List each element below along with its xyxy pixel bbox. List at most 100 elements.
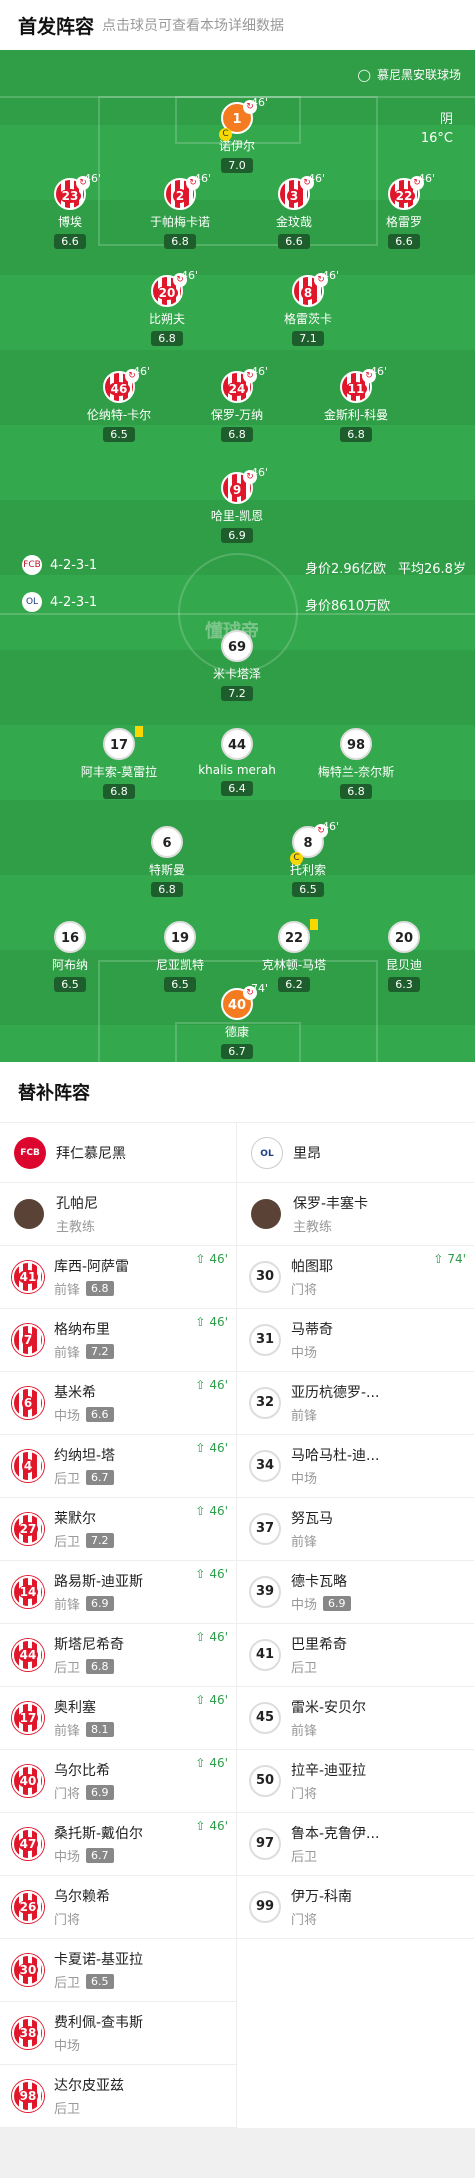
sub-minute: 46' — [308, 172, 326, 185]
sub-player-row[interactable]: 41 库西-阿萨雷 前锋 6.8 ⇧ 46' — [0, 1246, 236, 1309]
player-name: 格雷茨卡 — [283, 312, 332, 326]
sub-player-row[interactable]: 17 奥利塞 前锋 8.1 ⇧ 46' — [0, 1687, 236, 1750]
sub-player-row[interactable]: 39 德卡瓦略 中场 6.9 — [237, 1561, 474, 1624]
sub-in-indicator: ⇧ 46' — [195, 1693, 228, 1707]
yellow-card-icon — [135, 726, 143, 737]
sub-player-row[interactable]: 4 约纳坦-塔 后卫 6.7 ⇧ 46' — [0, 1435, 236, 1498]
sub-player-row[interactable]: 7 格纳布里 前锋 7.2 ⇧ 46' — [0, 1309, 236, 1372]
player-card[interactable]: 98 梅特兰-奈尔斯 6.8 — [296, 728, 416, 799]
bayern-logo-icon: FCB — [22, 555, 42, 575]
player-name: 金玟哉 — [275, 215, 312, 229]
sub-minute: 46' — [370, 365, 388, 378]
player-card[interactable]: 1 C ↻ 46' 诺伊尔 7.0 — [177, 96, 297, 173]
sub-position: 前锋 — [291, 1724, 318, 1739]
away-formation-row: OL 4-2-3-1 — [22, 592, 97, 612]
player-card[interactable]: 20 昆贝迪 6.3 — [344, 921, 464, 992]
player-card[interactable]: 23 ↻ 46' 博埃 6.6 — [10, 172, 130, 249]
player-card[interactable]: 69 米卡塔泽 7.2 — [177, 630, 297, 701]
player-rating: 6.8 — [151, 331, 183, 346]
player-card[interactable]: 24 ↻ 46' 保罗-万纳 6.8 — [177, 365, 297, 442]
sub-minute: 74' — [251, 982, 269, 995]
page-title: 首发阵容 — [18, 15, 95, 38]
player-card[interactable]: 2 ↻ 46' 于帕梅卡诺 6.8 — [120, 172, 240, 249]
sub-player-row[interactable]: 37 努瓦马 前锋 — [237, 1498, 474, 1561]
sub-player-row[interactable]: 14 路易斯-迪亚斯 前锋 6.9 ⇧ 46' — [0, 1561, 236, 1624]
player-name: 昆贝迪 — [385, 958, 422, 972]
sub-name: 费利佩-查韦斯 — [54, 2015, 144, 2031]
sub-player-row[interactable]: 41 巴里希奇 后卫 — [237, 1624, 474, 1687]
player-card[interactable]: 44 khalis merah 6.4 — [177, 728, 297, 796]
subs-title: 替补阵容 — [18, 1083, 90, 1104]
sub-player-row[interactable]: 47 桑托斯-戴伯尔 中场 6.7 ⇧ 46' — [0, 1813, 236, 1876]
sub-player-row[interactable]: 40 乌尔比希 门将 6.9 ⇧ 46' — [0, 1750, 236, 1813]
player-name: 特斯曼 — [148, 863, 185, 877]
player-card[interactable]: 20 ↻ 46' 比朔夫 6.8 — [107, 269, 227, 346]
sub-name: 马蒂奇 — [291, 1322, 333, 1338]
sub-player-row[interactable]: 27 莱默尔 后卫 7.2 ⇧ 46' — [0, 1498, 236, 1561]
sub-player-row[interactable]: 32 亚历杭德罗-... 前锋 — [237, 1372, 474, 1435]
player-rating: 6.9 — [221, 528, 253, 543]
player-number: 16 — [54, 921, 86, 953]
player-card[interactable]: 46 ↻ 46' 伦纳特-卡尔 6.5 — [59, 365, 179, 442]
weather-info: 阴 16°C — [421, 110, 453, 148]
player-card[interactable]: 17 阿丰索-莫雷拉 6.8 — [59, 726, 179, 799]
player-card[interactable]: 9 ↻ 46' 哈里-凯恩 6.9 — [177, 466, 297, 543]
away-team-header[interactable]: OL 里昂 — [237, 1123, 474, 1183]
home-coach[interactable]: 孔帕尼 主教练 — [0, 1183, 236, 1246]
player-number: 20 — [388, 921, 420, 953]
sub-in-icon: ⇧ — [195, 1630, 206, 1644]
sub-player-row[interactable]: 44 斯塔尼希奇 后卫 6.8 ⇧ 46' — [0, 1624, 236, 1687]
player-card[interactable]: 3 ↻ 46' 金玟哉 6.6 — [234, 172, 354, 249]
player-card[interactable]: 40 ↻ 74' 德康 6.7 — [177, 982, 297, 1059]
player-name: 于帕梅卡诺 — [149, 215, 210, 229]
home-value: 身价2.96亿欧 — [305, 562, 386, 577]
sub-number: 34 — [249, 1450, 281, 1482]
sub-minute: 46' — [251, 466, 269, 479]
sub-position: 中场 — [54, 2039, 81, 2054]
player-card[interactable]: 6 特斯曼 6.8 — [107, 826, 227, 897]
sub-position: 门将 — [54, 1787, 81, 1802]
sub-player-row[interactable]: 99 伊万-科南 门将 — [237, 1876, 474, 1939]
player-number: 22 — [278, 921, 310, 953]
sub-player-row[interactable]: 98 达尔皮亚兹 后卫 — [0, 2065, 236, 2128]
lineup-hint: 点击球员可查看本场详细数据 — [102, 18, 285, 34]
player-card[interactable]: 11 ↻ 46' 金斯利-科曼 6.8 — [296, 365, 416, 442]
sub-minute: 46' — [84, 172, 102, 185]
player-name: khalis merah — [198, 763, 276, 777]
player-rating: 6.5 — [103, 427, 135, 442]
sub-name: 达尔皮亚兹 — [54, 2078, 124, 2094]
player-rating: 6.8 — [151, 882, 183, 897]
sub-number: 31 — [249, 1324, 281, 1356]
sub-rating: 6.7 — [86, 1848, 114, 1863]
sub-name: 亚历杭德罗-... — [291, 1385, 380, 1401]
sub-player-row[interactable]: 31 马蒂奇 中场 — [237, 1309, 474, 1372]
sub-number: 17 — [12, 1702, 44, 1734]
player-rating: 6.8 — [103, 784, 135, 799]
stadium-name: 慕尼黑安联球场 — [376, 68, 461, 82]
sub-player-row[interactable]: 97 鲁本-克鲁伊... 后卫 — [237, 1813, 474, 1876]
sub-player-row[interactable]: 38 费利佩-查韦斯 中场 — [0, 2002, 236, 2065]
player-card[interactable]: 8 ↻ 46' 格雷茨卡 7.1 — [248, 269, 368, 346]
sub-player-row[interactable]: 50 拉辛-迪亚拉 门将 — [237, 1750, 474, 1813]
sub-minute: 46' — [251, 365, 269, 378]
player-card[interactable]: 22 ↻ 46' 格雷罗 6.6 — [344, 172, 464, 249]
sub-position: 前锋 — [54, 1283, 81, 1298]
sub-position: 门将 — [291, 1913, 318, 1928]
sub-player-row[interactable]: 6 基米希 中场 6.6 ⇧ 46' — [0, 1372, 236, 1435]
sub-player-row[interactable]: 30 卡夏诺-基亚拉 后卫 6.5 — [0, 1939, 236, 2002]
player-card[interactable]: 19 尼亚凯特 6.5 — [120, 921, 240, 992]
sub-name: 斯塔尼希奇 — [54, 1637, 124, 1653]
sub-name: 鲁本-克鲁伊... — [291, 1826, 380, 1842]
player-card[interactable]: 16 阿布纳 6.5 — [10, 921, 130, 992]
away-coach[interactable]: 保罗-丰塞卡 主教练 — [237, 1183, 474, 1246]
player-card[interactable]: 8 C ↻ 46' 托利索 6.5 — [248, 820, 368, 897]
sub-in-minute: 46' — [209, 1441, 228, 1455]
sub-player-row[interactable]: 45 雷米-安贝尔 前锋 — [237, 1687, 474, 1750]
sub-player-row[interactable]: 30 帕图耶 门将 ⇧ 74' — [237, 1246, 474, 1309]
home-team-header[interactable]: FCB 拜仁慕尼黑 — [0, 1123, 236, 1183]
player-rating: 6.8 — [340, 784, 372, 799]
home-subs-column: FCB 拜仁慕尼黑 孔帕尼 主教练 41 库西-阿萨雷 前锋 6.8 ⇧ 46' 7 格… — [0, 1123, 237, 2128]
sub-player-row[interactable]: 34 马哈马杜-迪... 中场 — [237, 1435, 474, 1498]
sub-player-row[interactable]: 26 乌尔赖希 门将 — [0, 1876, 236, 1939]
sub-minute: 46' — [181, 269, 199, 282]
